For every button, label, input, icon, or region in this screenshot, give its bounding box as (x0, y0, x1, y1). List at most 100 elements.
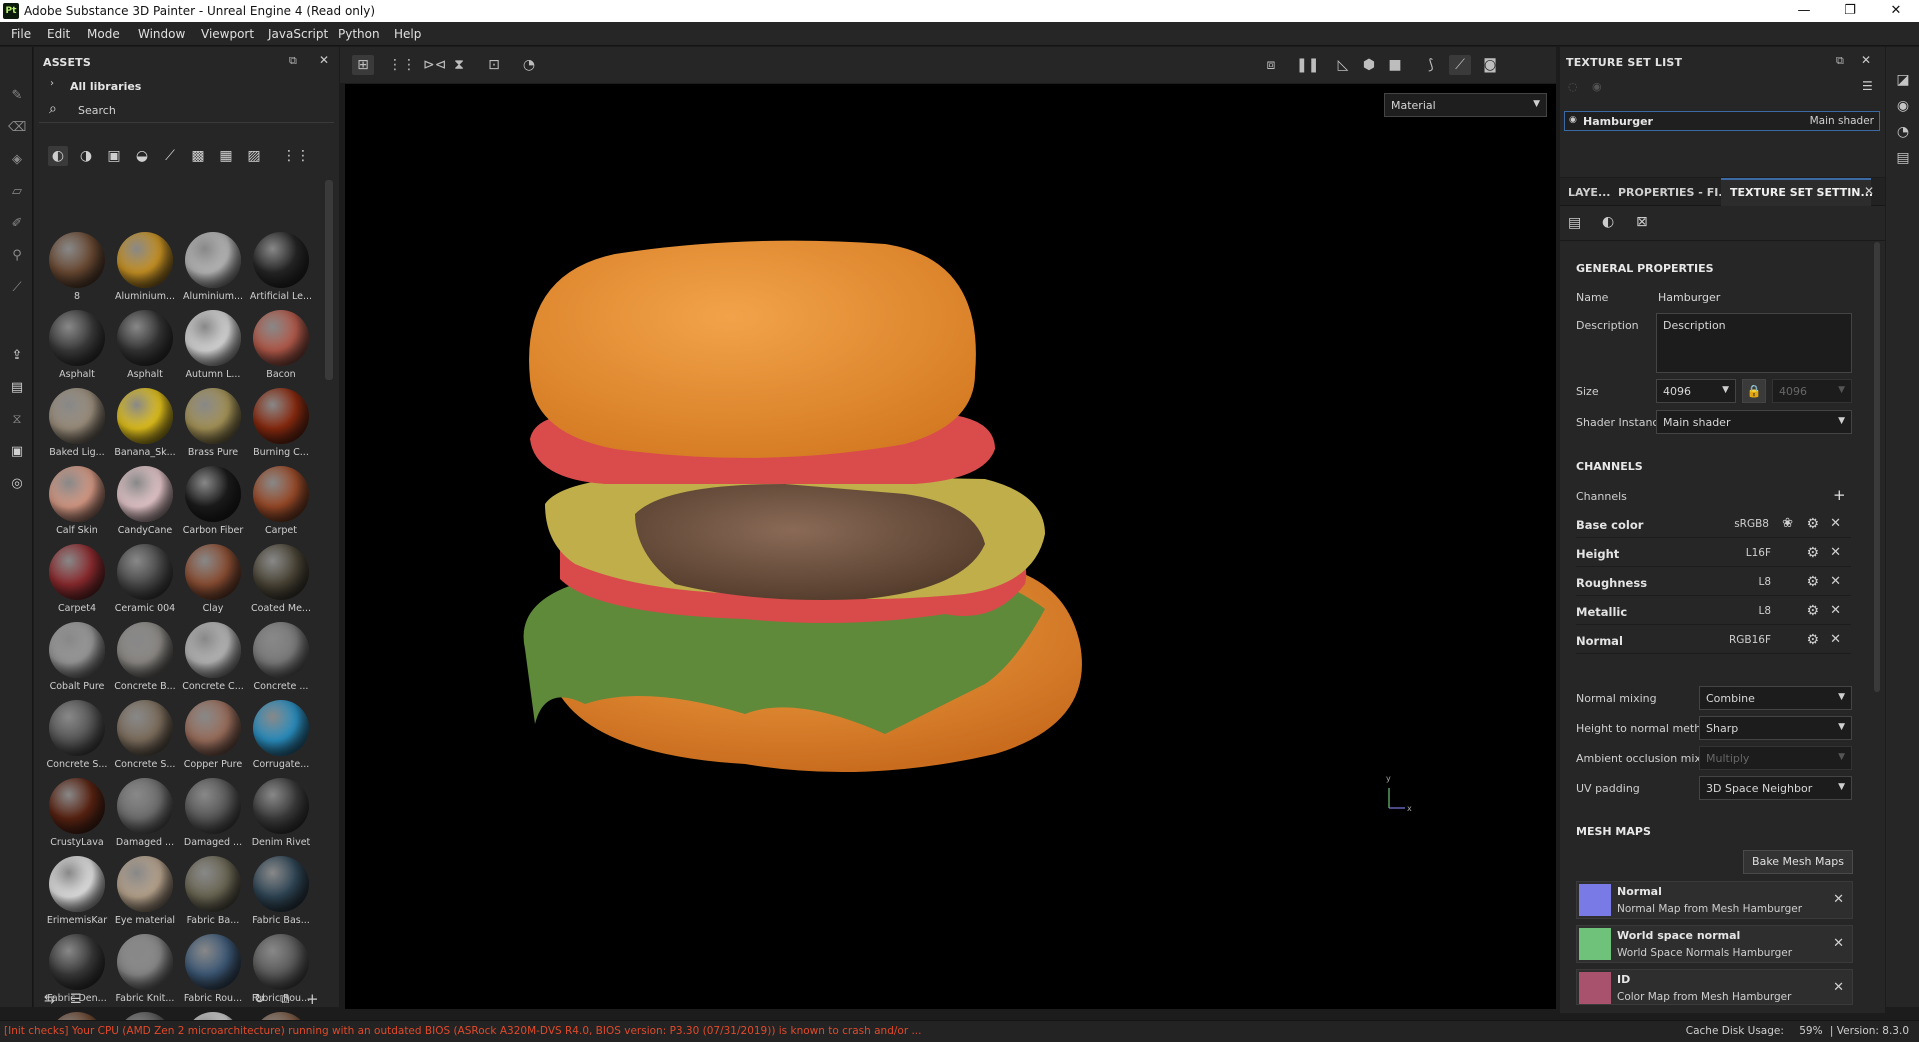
asset-tile[interactable]: Fabric Ba... (180, 851, 246, 929)
chevron-right-icon[interactable]: › (50, 78, 54, 89)
mesh-map-item[interactable]: ID Color Map from Mesh Hamburger ✕ (1576, 969, 1853, 1005)
projection-icon[interactable]: ◈ (8, 151, 26, 169)
history-icon[interactable]: ◔ (518, 55, 540, 75)
asset-tile[interactable]: ErimemisKar (44, 851, 110, 929)
asset-tile[interactable]: Concrete S... (112, 695, 178, 773)
menu-window[interactable]: Window (138, 27, 185, 41)
texture-set-icon[interactable]: ▤ (1568, 215, 1581, 231)
channel-format[interactable]: L8 (1758, 605, 1771, 617)
asset-tile[interactable]: Cobalt Pure (44, 617, 110, 695)
asset-tile[interactable]: Aluminium... (180, 227, 246, 305)
eye-icon[interactable]: ◉ (1569, 115, 1577, 125)
asset-tile[interactable]: Carpet4 (44, 539, 110, 617)
bake-mesh-maps-button[interactable]: Bake Mesh Maps (1743, 850, 1853, 874)
asset-tile[interactable]: Asphalt (112, 305, 178, 383)
remove-channel-icon[interactable]: ✕ (1830, 545, 1841, 560)
asset-tile[interactable]: Ceramic 004 (112, 539, 178, 617)
asset-tile[interactable]: Banana_Sk... (112, 383, 178, 461)
channel-settings-icon[interactable]: ⚙ (1806, 603, 1819, 619)
eraser-icon[interactable]: ⌫ (8, 119, 26, 137)
channel-format[interactable]: sRGB8 (1734, 518, 1769, 530)
history-icon[interactable]: ◔ (1894, 123, 1912, 141)
clone-icon[interactable]: ⚲ (8, 247, 26, 265)
channel-settings-icon[interactable]: ⚙ (1806, 516, 1819, 532)
menu-help[interactable]: Help (394, 27, 421, 41)
color-profile-icon[interactable]: ❀ (1782, 516, 1793, 531)
minimize-button[interactable]: — (1781, 0, 1827, 22)
asset-tile[interactable]: Denim Rivet (248, 773, 314, 851)
asset-tile[interactable]: CrustyLava (44, 773, 110, 851)
menu-mode[interactable]: Mode (87, 27, 120, 41)
visibility-off-icon[interactable]: ◌ (1568, 80, 1578, 93)
remove-mesh-map-icon[interactable]: ✕ (1833, 980, 1844, 995)
asset-tile[interactable]: Aluminium... (112, 227, 178, 305)
materials-filter-icon[interactable]: ◐ (48, 146, 68, 166)
asset-tile[interactable]: Bacon (248, 305, 314, 383)
asset-tile[interactable]: Autumn L... (180, 305, 246, 383)
tab-layers[interactable]: LAYE... (1568, 186, 1611, 199)
name-field[interactable]: Hamburger (1658, 291, 1720, 304)
screenshot-icon[interactable]: ◙ (1479, 55, 1501, 75)
close-button[interactable]: ✕ (1873, 0, 1919, 22)
undock-icon[interactable]: ⧉ (289, 54, 297, 68)
fit-view-icon[interactable]: ⊡ (483, 55, 505, 75)
menu-edit[interactable]: Edit (47, 27, 70, 41)
shader-instance-select[interactable]: Main shader ▼ (1656, 410, 1852, 434)
log-icon[interactable]: ▣ (8, 443, 26, 461)
height-to-normal-select[interactable]: Sharp ▼ (1699, 716, 1852, 740)
menu-viewport[interactable]: Viewport (201, 27, 254, 41)
bake-icon[interactable]: ⇪ (8, 347, 26, 365)
panel-close-icon[interactable]: ✕ (1864, 184, 1874, 198)
eye-icon[interactable]: ◉ (1592, 80, 1602, 93)
3d-view-icon[interactable]: ⬢ (1358, 55, 1380, 75)
new-window-icon[interactable]: ⧉ (280, 992, 289, 1007)
asset-tile[interactable]: Artificial Le... (248, 227, 314, 305)
paint-mode-icon[interactable]: ⟋ (1449, 55, 1471, 75)
channel-settings-icon[interactable]: ⚙ (1806, 632, 1819, 648)
remove-channel-icon[interactable]: ✕ (1830, 574, 1841, 589)
asset-tile[interactable]: Corrugate... (248, 695, 314, 773)
menu-python[interactable]: Python (338, 27, 380, 41)
add-asset-icon[interactable]: + (306, 990, 319, 1008)
textures-filter-icon[interactable]: ▦ (216, 146, 236, 166)
refresh-icon[interactable]: ↻ (254, 992, 265, 1007)
sort-icon[interactable]: ☰ (70, 992, 82, 1007)
mesh-map-item[interactable]: Normal Normal Map from Mesh Hamburger ✕ (1576, 881, 1853, 919)
viewport-mode-select[interactable]: Material ▼ (1384, 93, 1547, 117)
polygon-fill-icon[interactable]: ▱ (8, 183, 26, 201)
asset-tile[interactable]: Concrete C... (180, 617, 246, 695)
asset-tile[interactable]: Damaged ... (180, 773, 246, 851)
tab-properties[interactable]: PROPERTIES - FI... (1618, 186, 1731, 199)
undock-icon[interactable]: ⧉ (1836, 54, 1844, 68)
grid-view-icon[interactable]: ⋮⋮ (282, 146, 310, 166)
color-picker-icon[interactable]: ⟋ (8, 279, 26, 297)
uv-tiles-icon[interactable]: ⊞ (352, 55, 374, 75)
import-icon[interactable]: ⇆ (44, 992, 55, 1007)
remove-mesh-map-icon[interactable]: ✕ (1833, 892, 1844, 907)
channel-format[interactable]: RGB16F (1729, 634, 1771, 646)
generators-filter-icon[interactable]: ◒ (132, 146, 152, 166)
2d-view-icon[interactable]: ◺ (1332, 55, 1354, 75)
brushes-filter-icon[interactable]: ⟋ (160, 146, 180, 166)
asset-tile[interactable]: Fabric Rou... (180, 929, 246, 1007)
asset-tile[interactable]: 8 (44, 227, 110, 305)
asset-tile[interactable]: CandyCane (112, 461, 178, 539)
panel-close-icon[interactable]: ✕ (1861, 53, 1871, 67)
asset-tile[interactable]: Carpet (248, 461, 314, 539)
masks-filter-icon[interactable]: ▣ (104, 146, 124, 166)
remove-channel-icon[interactable]: ✕ (1830, 603, 1841, 618)
maximize-button[interactable]: ❐ (1827, 0, 1873, 22)
pause-icon[interactable]: ❚❚ (1296, 55, 1319, 75)
remove-mesh-map-icon[interactable]: ✕ (1833, 936, 1844, 951)
tab-texture-set-settings[interactable]: TEXTURE SET SETTIN... (1730, 186, 1873, 199)
shader-icon[interactable]: ⧖ (8, 411, 26, 429)
asset-tile[interactable]: Concrete B... (112, 617, 178, 695)
environments-filter-icon[interactable]: ▨ (244, 146, 264, 166)
hide-ui-icon[interactable]: ⧈ (1260, 55, 1282, 75)
channel-settings-icon[interactable]: ⚙ (1806, 574, 1819, 590)
asset-tile[interactable]: Calf Skin (44, 461, 110, 539)
texture-set-list-icon[interactable]: ◪ (1894, 71, 1912, 89)
particles-filter-icon[interactable]: ▩ (188, 146, 208, 166)
asset-tile[interactable]: Fabric Bas... (248, 851, 314, 929)
status-message[interactable]: [Init checks] Your CPU (AMD Zen 2 microa… (4, 1025, 921, 1037)
